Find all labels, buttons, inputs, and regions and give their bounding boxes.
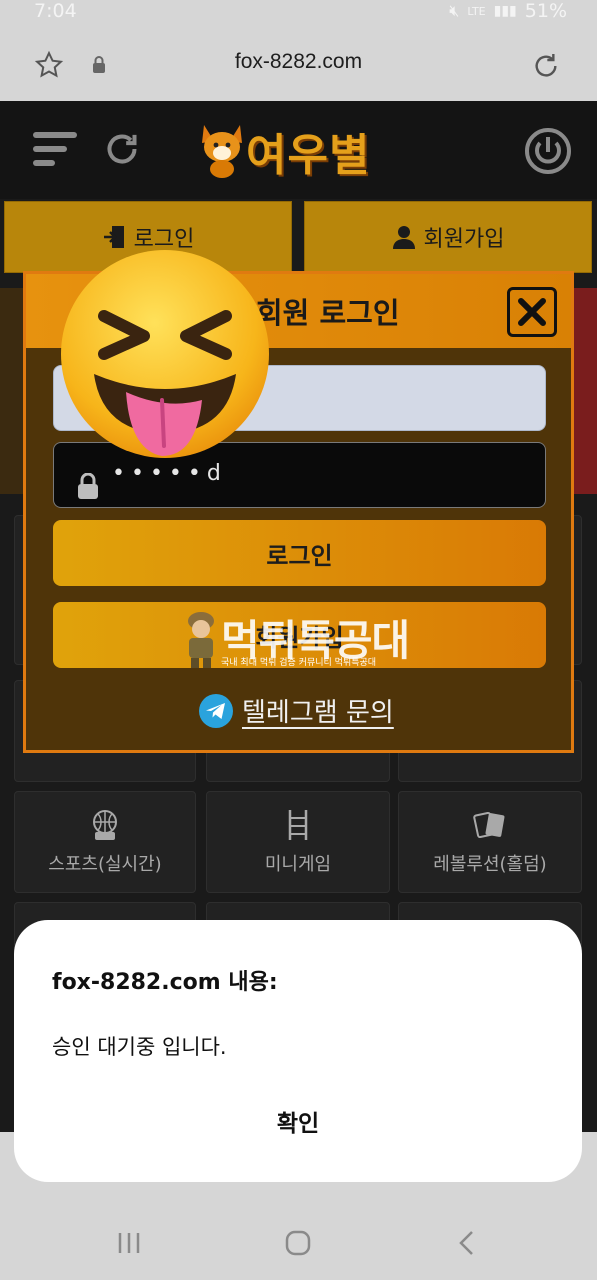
alert-dialog: fox-8282.com 내용: 승인 대기중 입니다. 확인 (14, 920, 582, 1182)
lock-icon (78, 473, 98, 499)
modal-login-button[interactable]: 로그인 (53, 520, 546, 586)
tile-label: 레볼루션(홀덤) (433, 854, 547, 875)
network-label: LTE (467, 4, 486, 18)
fox-logo-icon (202, 125, 242, 178)
alert-dialog-message: 승인 대기중 입니다. (52, 1035, 227, 1059)
alert-dialog-title: fox-8282.com 내용: (52, 970, 278, 995)
tile-label: 스포츠(실시간) (48, 854, 162, 875)
tile-minigame[interactable]: 미니게임 (206, 791, 390, 893)
header-join-label: 회원가입 (423, 227, 505, 252)
status-icons: 🔇︎ LTE ▮▮▮ 51% (449, 0, 567, 22)
tile-revolution-holdem[interactable]: 레볼루션(홀덤) (398, 791, 582, 893)
password-value: •••••d (112, 461, 227, 486)
refresh-icon[interactable] (100, 127, 144, 171)
tile-label: 미니게임 (264, 854, 332, 875)
ladder-icon (288, 810, 308, 840)
header-login-label: 로그인 (133, 227, 195, 252)
status-bar: 7:04 🔇︎ LTE ▮▮▮ 51% (0, 0, 597, 24)
soldier-mascot-icon (188, 612, 214, 668)
alert-ok-button[interactable]: 확인 (14, 1104, 582, 1138)
battery-percent: 51% (524, 0, 567, 22)
header-join-button[interactable]: 회원가입 (304, 201, 592, 273)
watermark: 먹튀특공대 국내 최대 먹튀 검증 커뮤니티 먹튀특공대 (183, 607, 423, 671)
login-modal-title: 회원 로그인 (256, 296, 400, 330)
live-globe-icon (93, 810, 117, 840)
side-banner-left (0, 288, 24, 494)
url-text[interactable]: fox-8282.com (0, 50, 597, 74)
tile-sports-live[interactable]: 스포츠(실시간) (14, 791, 196, 893)
android-nav-bar (0, 1196, 597, 1280)
site-header: 여우별 (0, 101, 597, 199)
browser-bar: fox-8282.com (0, 24, 597, 101)
close-modal-button[interactable] (507, 287, 557, 337)
mute-icon: 🔇︎ (449, 1, 460, 20)
power-icon[interactable] (523, 126, 573, 176)
telegram-icon (199, 693, 233, 728)
signal-icon: ▮▮▮ (493, 3, 517, 19)
watermark-subtitle: 국내 최대 먹튀 검증 커뮤니티 먹튀특공대 (221, 658, 377, 668)
reload-icon[interactable] (528, 48, 564, 84)
home-icon[interactable] (281, 1226, 315, 1260)
telegram-label: 텔레그램 문의 (242, 698, 394, 728)
squinting-tongue-emoji-icon (61, 250, 269, 458)
recent-apps-icon[interactable] (112, 1226, 146, 1260)
cards-icon (473, 811, 505, 839)
site-logo[interactable]: 여우별 (246, 119, 370, 183)
menu-icon[interactable] (30, 127, 80, 171)
close-icon (518, 298, 546, 326)
back-icon[interactable] (450, 1226, 484, 1260)
telegram-link[interactable]: 텔레그램 문의 (198, 692, 394, 729)
status-time: 7:04 (34, 0, 77, 22)
side-banner-right (574, 288, 597, 494)
user-icon (392, 226, 415, 249)
login-door-icon (103, 226, 124, 248)
